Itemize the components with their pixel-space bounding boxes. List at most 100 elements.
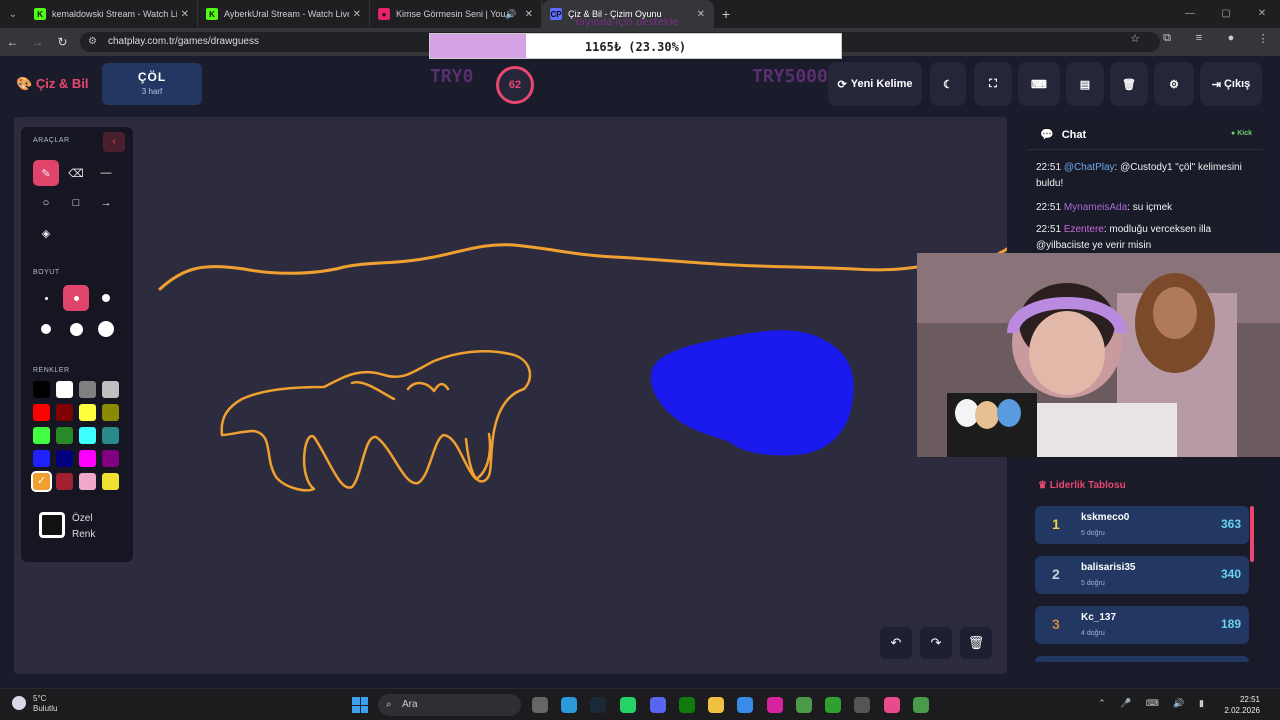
size-xl[interactable] bbox=[63, 316, 89, 342]
tab-search-icon[interactable]: ⌄ bbox=[0, 0, 26, 28]
color-swatch[interactable] bbox=[56, 473, 73, 490]
webcam-image bbox=[917, 253, 1280, 457]
reload-icon[interactable]: ↻ bbox=[50, 35, 75, 49]
custom-color-button[interactable] bbox=[39, 512, 65, 538]
custom-color-label: Özel Renk bbox=[72, 511, 95, 543]
back-icon[interactable]: ← bbox=[0, 35, 25, 49]
extensions-icon[interactable]: ⧉ bbox=[1156, 32, 1178, 45]
app-icon-green[interactable] bbox=[825, 697, 841, 713]
chrome-active-icon[interactable] bbox=[913, 697, 929, 713]
instagram-icon[interactable] bbox=[767, 697, 783, 713]
fill-tool[interactable]: ◈ bbox=[33, 220, 59, 246]
system-tray[interactable]: ⌃ 🎤 ⌨ 🔊 ▮ bbox=[1098, 698, 1210, 709]
site-info-icon[interactable]: ⚙ bbox=[88, 32, 97, 52]
archive-button[interactable]: ▤ bbox=[1066, 62, 1104, 106]
tab-close-icon[interactable]: ✕ bbox=[697, 9, 705, 20]
taskview-icon[interactable] bbox=[532, 697, 548, 713]
arrow-tool[interactable]: → bbox=[93, 190, 119, 216]
app-brand[interactable]: 🎨 Çiz & Bil bbox=[16, 76, 89, 92]
color-swatch[interactable] bbox=[33, 381, 50, 398]
color-swatch[interactable] bbox=[79, 473, 96, 490]
drawing-canvas[interactable] bbox=[14, 117, 1007, 674]
color-swatch[interactable] bbox=[102, 381, 119, 398]
menu-dots-icon[interactable]: ⋮ bbox=[1252, 32, 1274, 45]
new-word-button[interactable]: ⟳ Yeni Kelime bbox=[828, 62, 922, 106]
xbox-icon[interactable] bbox=[679, 697, 695, 713]
line-tool[interactable]: — bbox=[93, 160, 119, 186]
profile-avatar[interactable]: ● bbox=[1220, 32, 1242, 45]
weather-widget[interactable]: 5°C Bulutlu bbox=[12, 694, 57, 714]
browser-tab[interactable]: ● Kimse Görmesin Seni | YouTube🔊 ✕ bbox=[370, 0, 542, 28]
tab-close-icon[interactable]: ✕ bbox=[181, 9, 189, 20]
app-icon-pink[interactable] bbox=[884, 697, 900, 713]
keyboard-button[interactable]: ⌨ bbox=[1018, 62, 1060, 106]
keyboard-icon: ⌨ bbox=[1031, 78, 1047, 91]
circle-tool[interactable]: ○ bbox=[33, 190, 59, 216]
tab-audio-icon[interactable]: 🔊 bbox=[505, 9, 516, 20]
color-swatch[interactable] bbox=[33, 404, 50, 421]
whatsapp-icon[interactable] bbox=[620, 697, 636, 713]
discord-icon[interactable] bbox=[650, 697, 666, 713]
fullscreen-icon: ⛶ bbox=[989, 77, 997, 90]
size-s[interactable] bbox=[63, 285, 89, 311]
color-swatch[interactable] bbox=[79, 450, 96, 467]
minimize-icon[interactable]: — bbox=[1172, 0, 1208, 28]
settings-button[interactable]: ⚙ bbox=[1154, 62, 1194, 106]
color-swatch[interactable] bbox=[79, 404, 96, 421]
size-xs[interactable] bbox=[33, 285, 59, 311]
taskbar-search[interactable]: ⌕ Ara bbox=[378, 694, 521, 716]
browser-tab[interactable]: Kkemaldowski Stream - Watch Live ✕ bbox=[26, 0, 198, 28]
color-swatch[interactable] bbox=[102, 404, 119, 421]
chat-username[interactable]: MynameisAda bbox=[1064, 202, 1127, 213]
chat-time: 22:51 bbox=[1036, 162, 1062, 173]
bookmark-star-icon[interactable]: ☆ bbox=[1124, 32, 1146, 45]
leaderboard-scrollbar[interactable] bbox=[1250, 506, 1254, 562]
clock-date: 2.02.2026 bbox=[1224, 706, 1260, 715]
forward-icon[interactable]: → bbox=[25, 35, 50, 49]
steam-icon[interactable] bbox=[590, 697, 606, 713]
color-swatch[interactable] bbox=[102, 473, 119, 490]
eraser-tool[interactable]: ⌫ bbox=[63, 160, 89, 186]
browser-tab[interactable]: K AyberkUral Stream - Watch Live ✕ bbox=[198, 0, 370, 28]
archive-icon: ▤ bbox=[1079, 78, 1091, 91]
color-swatch[interactable] bbox=[79, 381, 96, 398]
fullscreen-button[interactable]: ⛶ bbox=[974, 62, 1012, 106]
system-clock[interactable]: 22:51 2.02.2026 bbox=[1224, 694, 1260, 716]
color-swatch[interactable]: ✓ bbox=[31, 471, 52, 492]
size-xxl[interactable] bbox=[93, 316, 119, 342]
windows-start-icon[interactable] bbox=[352, 697, 368, 713]
collapse-toolbox-button[interactable]: ‹ bbox=[103, 132, 125, 152]
edge-icon[interactable] bbox=[561, 697, 577, 713]
color-swatch[interactable] bbox=[102, 450, 119, 467]
close-window-icon[interactable]: ✕ bbox=[1244, 0, 1280, 28]
tab-close-icon[interactable]: ✕ bbox=[525, 9, 533, 20]
color-swatch[interactable] bbox=[56, 381, 73, 398]
chat-username[interactable]: Ezentere bbox=[1064, 224, 1104, 235]
redo-button[interactable]: ↷ bbox=[920, 627, 952, 659]
file-explorer-icon[interactable] bbox=[708, 697, 724, 713]
color-swatch[interactable] bbox=[102, 427, 119, 444]
color-swatch[interactable] bbox=[56, 450, 73, 467]
new-tab-button[interactable]: + bbox=[714, 6, 738, 22]
chrome-icon[interactable] bbox=[796, 697, 812, 713]
color-swatch[interactable] bbox=[56, 427, 73, 444]
tab-close-icon[interactable]: ✕ bbox=[353, 9, 361, 20]
copilot-icon[interactable] bbox=[737, 697, 753, 713]
color-swatch[interactable] bbox=[79, 427, 96, 444]
reading-list-icon[interactable]: ≡ bbox=[1188, 32, 1210, 45]
size-m[interactable] bbox=[93, 285, 119, 311]
exit-button[interactable]: ⇥ Çıkış bbox=[1200, 62, 1262, 106]
app-icon-gray[interactable] bbox=[854, 697, 870, 713]
color-swatch[interactable] bbox=[33, 427, 50, 444]
maximize-icon[interactable]: ▢ bbox=[1208, 0, 1244, 28]
color-swatch[interactable] bbox=[56, 404, 73, 421]
clear-button[interactable]: 🗑 bbox=[1110, 62, 1148, 106]
rectangle-tool[interactable]: □ bbox=[63, 190, 89, 216]
undo-button[interactable]: ↶ bbox=[880, 627, 912, 659]
clear-canvas-button[interactable]: 🗑 bbox=[960, 627, 992, 659]
theme-toggle-button[interactable]: ☾ bbox=[930, 62, 966, 106]
size-l[interactable] bbox=[33, 316, 59, 342]
brush-tool[interactable]: ✎ bbox=[33, 160, 59, 186]
chat-username[interactable]: @ChatPlay bbox=[1064, 162, 1115, 173]
color-swatch[interactable] bbox=[33, 450, 50, 467]
